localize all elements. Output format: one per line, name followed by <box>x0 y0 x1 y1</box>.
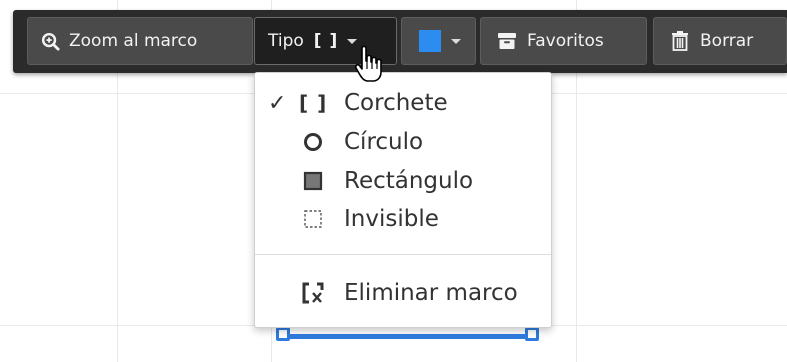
menu-item-label: Corchete <box>344 90 448 116</box>
type-dropdown-menu: ✓ [ ] Corchete Círculo Rectángulo Invisi… <box>254 72 552 328</box>
remove-frame-item[interactable]: Eliminar marco <box>255 274 551 312</box>
archive-icon <box>497 32 517 50</box>
hand-cursor-icon <box>354 45 384 85</box>
chevron-down-icon <box>347 38 358 44</box>
favorites-label: Favoritos <box>527 31 604 51</box>
color-dropdown-button[interactable] <box>401 17 476 65</box>
remove-frame-icon <box>302 282 324 304</box>
frame-bracket-line[interactable] <box>283 334 533 339</box>
dashed-square-icon <box>302 208 324 230</box>
zoom-icon <box>41 32 60 51</box>
menu-item-label: Rectángulo <box>344 168 474 194</box>
zoom-to-frame-button[interactable]: Zoom al marco <box>27 17 253 65</box>
bracket-icon: [ ] <box>313 31 339 51</box>
checkmark-icon: ✓ <box>268 90 287 116</box>
trash-icon <box>672 31 688 51</box>
favorites-button[interactable]: Favoritos <box>480 17 647 65</box>
menu-item-circle[interactable]: Círculo <box>255 123 551 161</box>
frame-toolbar: Zoom al marco Tipo [ ] Favoritos Borrar <box>13 10 787 73</box>
delete-label: Borrar <box>700 31 754 51</box>
menu-item-rectangle[interactable]: Rectángulo <box>255 162 551 200</box>
frame-handle-left[interactable] <box>276 327 290 341</box>
menu-item-label: Invisible <box>344 206 439 232</box>
menu-item-bracket[interactable]: ✓ [ ] Corchete <box>255 84 551 122</box>
zoom-to-frame-label: Zoom al marco <box>69 31 198 51</box>
type-label: Tipo <box>268 31 304 51</box>
filled-square-icon <box>302 170 324 192</box>
remove-frame-label: Eliminar marco <box>344 280 518 306</box>
frame-handle-right[interactable] <box>525 327 539 341</box>
menu-item-label: Círculo <box>344 129 424 155</box>
menu-item-invisible[interactable]: Invisible <box>255 200 551 238</box>
chevron-down-icon <box>451 38 461 44</box>
circle-icon <box>302 131 324 153</box>
color-swatch <box>419 30 441 52</box>
menu-divider <box>255 254 551 255</box>
bracket-icon: [ ] <box>299 91 328 115</box>
delete-button[interactable]: Borrar <box>653 17 787 65</box>
